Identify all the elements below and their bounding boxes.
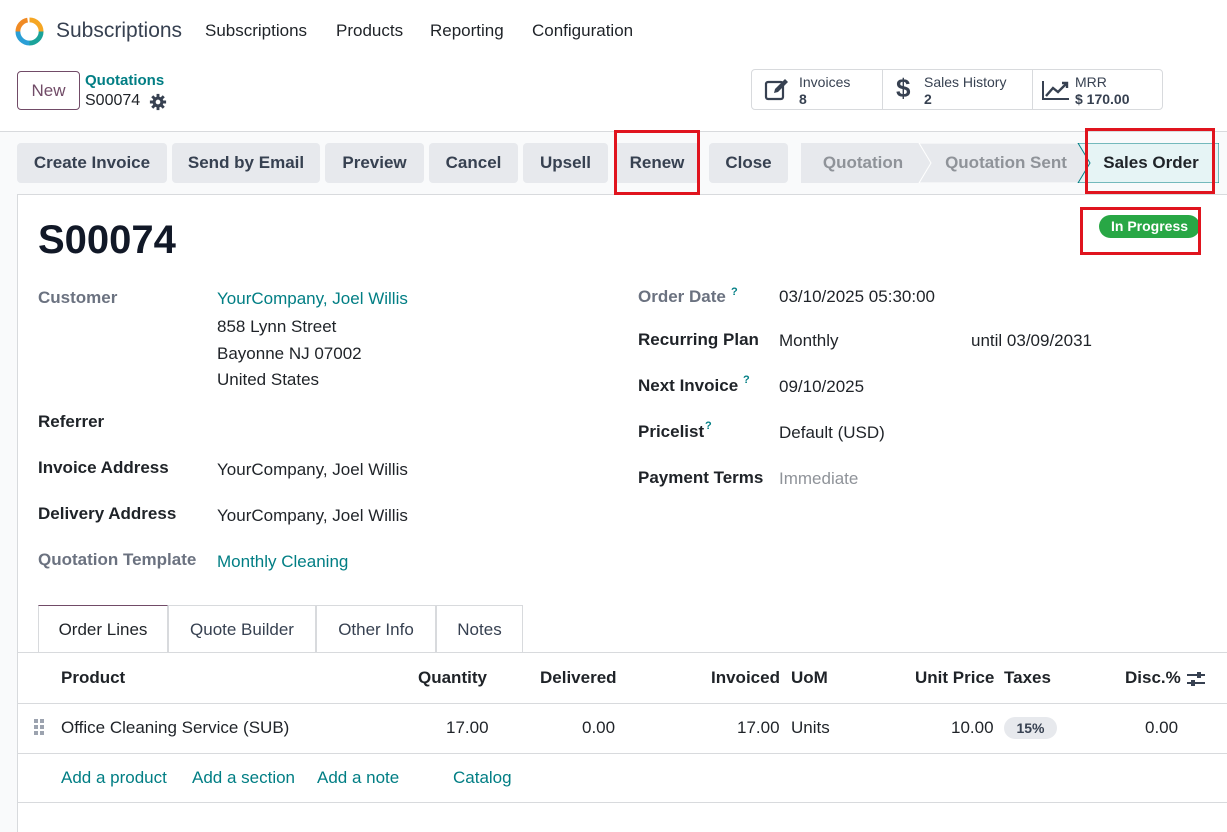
delivery-address-label: Delivery Address [38, 504, 177, 523]
cell-taxes-badge[interactable]: 15% [1004, 717, 1057, 739]
payment-terms-field[interactable]: Immediate [779, 469, 858, 489]
col-unit-price[interactable]: Unit Price [915, 668, 994, 688]
sales-history-label: Sales History [924, 74, 1007, 90]
order-date-field[interactable]: 03/10/2025 05:30:00 [779, 287, 935, 307]
invoices-label: Invoices [799, 74, 851, 90]
smart-buttons: Invoices 8 $ Sales History 2 MRR $ 170.0… [751, 69, 1163, 110]
send-by-email-button[interactable]: Send by Email [172, 143, 320, 183]
pricelist-label: Pricelist [638, 422, 705, 441]
add-note-link[interactable]: Add a note [317, 768, 399, 788]
breadcrumb-quotations[interactable]: Quotations [85, 72, 164, 89]
nav-products[interactable]: Products [336, 21, 403, 41]
nav-reporting[interactable]: Reporting [430, 21, 504, 41]
cell-invoiced: 17.00 [737, 718, 780, 737]
tab-notes[interactable]: Notes [436, 605, 523, 653]
add-section-link[interactable]: Add a section [192, 768, 295, 788]
sales-history-count: 2 [924, 91, 932, 107]
invoice-address-field[interactable]: YourCompany, Joel Willis [217, 460, 408, 480]
cancel-button[interactable]: Cancel [429, 143, 518, 183]
table-footer-divider [17, 802, 1227, 803]
tab-other-info[interactable]: Other Info [316, 605, 436, 653]
payment-terms-label: Payment Terms [638, 468, 764, 487]
referrer-field[interactable] [217, 406, 597, 434]
col-invoiced[interactable]: Invoiced [711, 668, 780, 688]
col-uom[interactable]: UoM [791, 668, 828, 688]
upsell-button[interactable]: Upsell [523, 143, 608, 183]
nav-configuration[interactable]: Configuration [532, 21, 633, 41]
next-invoice-label: Next Invoice [638, 376, 739, 395]
mrr-value: $ 170.00 [1075, 91, 1130, 107]
tab-order-lines[interactable]: Order Lines [38, 605, 168, 653]
status-highlight-box [1080, 207, 1201, 255]
sales-order-highlight-box [1085, 128, 1215, 194]
subscriptions-app-icon[interactable] [15, 17, 44, 46]
preview-button[interactable]: Preview [325, 143, 424, 183]
renew-highlight-box [614, 130, 700, 195]
col-product[interactable]: Product [61, 668, 125, 688]
invoices-count: 8 [799, 91, 807, 107]
col-delivered[interactable]: Delivered [540, 668, 617, 688]
quotation-template-label: Quotation Template [38, 550, 197, 569]
tab-divider [17, 652, 1227, 653]
col-disc[interactable]: Disc.% [1125, 668, 1181, 688]
delivery-address-field[interactable]: YourCompany, Joel Willis [217, 506, 408, 526]
record-name: S00074 [38, 218, 176, 262]
cell-quantity[interactable]: 17.00 [446, 718, 489, 738]
breadcrumb-current: S00074 [85, 92, 141, 109]
recurring-until-field[interactable]: until 03/09/2031 [971, 331, 1092, 351]
customer-field[interactable]: YourCompany, Joel Willis [217, 289, 408, 309]
next-invoice-help-icon[interactable]: ? [743, 374, 750, 386]
mrr-label: MRR [1075, 74, 1107, 90]
gear-icon[interactable] [149, 93, 167, 111]
create-invoice-button[interactable]: Create Invoice [17, 143, 167, 183]
sales-history-smart-button[interactable]: $ Sales History 2 [883, 70, 1033, 109]
top-navbar: Subscriptions Subscriptions Products Rep… [0, 0, 1227, 62]
stage-quotation-sent[interactable]: Quotation Sent [931, 143, 1081, 183]
new-button[interactable]: New [17, 71, 80, 110]
tab-quote-builder[interactable]: Quote Builder [168, 605, 316, 653]
next-invoice-field[interactable]: 09/10/2025 [779, 377, 864, 397]
invoices-smart-button[interactable]: Invoices 8 [752, 70, 883, 109]
order-date-help-icon[interactable]: ? [731, 286, 738, 298]
edit-invoice-icon [764, 79, 788, 101]
invoice-address-label: Invoice Address [38, 458, 169, 477]
referrer-label: Referrer [38, 412, 105, 431]
table-header-divider [17, 703, 1227, 704]
nav-subscriptions[interactable]: Subscriptions [205, 21, 307, 41]
customer-country: United States [217, 370, 320, 389]
col-taxes[interactable]: Taxes [1004, 668, 1051, 688]
close-button[interactable]: Close [709, 143, 788, 183]
pricelist-field[interactable]: Default (USD) [779, 423, 885, 443]
pricelist-help-icon[interactable]: ? [705, 420, 712, 432]
cell-uom[interactable]: Units [791, 718, 830, 738]
cell-product[interactable]: Office Cleaning Service (SUB) [61, 718, 289, 738]
col-quantity[interactable]: Quantity [418, 668, 487, 688]
add-product-link[interactable]: Add a product [61, 768, 167, 788]
stage-quotation[interactable]: Quotation [801, 143, 925, 183]
order-date-label: Order Date [638, 287, 726, 306]
recurring-plan-field[interactable]: Monthly [779, 331, 839, 351]
customer-label: Customer [38, 288, 118, 307]
app-title[interactable]: Subscriptions [56, 19, 182, 43]
table-row-divider [17, 753, 1227, 754]
quotation-template-field[interactable]: Monthly Cleaning [217, 552, 348, 572]
cell-delivered[interactable]: 0.00 [582, 718, 615, 738]
drag-handle-icon[interactable] [33, 718, 45, 736]
catalog-link[interactable]: Catalog [453, 768, 512, 788]
dollar-icon: $ [896, 73, 911, 103]
customer-street: 858 Lynn Street [217, 317, 337, 336]
cell-unit-price[interactable]: 10.00 [951, 718, 994, 738]
customer-city: Bayonne NJ 07002 [217, 344, 362, 363]
optional-columns-icon[interactable] [1186, 669, 1206, 689]
trend-chart-icon [1042, 81, 1069, 100]
mrr-smart-button[interactable]: MRR $ 170.00 [1033, 70, 1162, 109]
recurring-plan-label: Recurring Plan [638, 330, 759, 349]
cell-disc[interactable]: 0.00 [1145, 718, 1178, 738]
